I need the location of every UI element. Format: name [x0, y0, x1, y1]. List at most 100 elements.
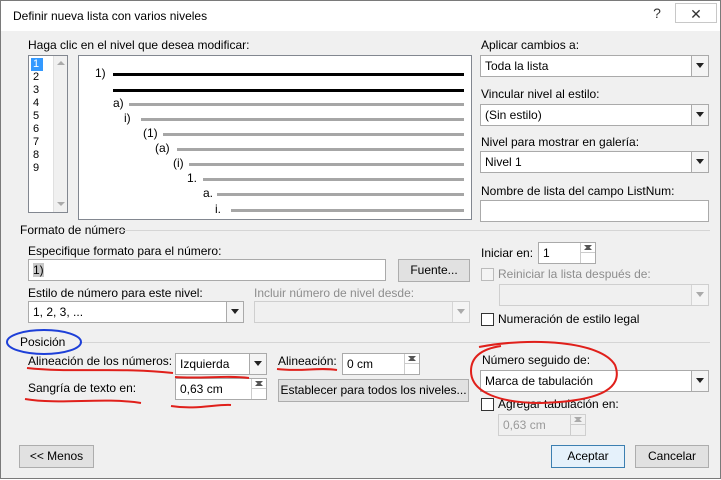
aligned-at-spinner[interactable]: 0 cm	[342, 353, 420, 375]
level-item-1[interactable]: 1	[31, 58, 43, 71]
red-underline-alignment-label	[26, 367, 174, 374]
preview-number: 1)	[95, 66, 106, 80]
apply-to-value: Toda la lista	[485, 59, 549, 73]
add-tab-stop-value: 0,63 cm	[503, 418, 546, 432]
red-underline-aligned-at	[276, 368, 338, 371]
level-listbox[interactable]: 123456789	[28, 55, 68, 213]
close-icon: ✕	[690, 6, 702, 22]
spin-buttons[interactable]	[570, 415, 585, 435]
spin-down-icon[interactable]	[405, 354, 419, 364]
add-tab-stop-label: Agregar tabulación en:	[498, 397, 619, 411]
spin-down-icon[interactable]	[581, 243, 595, 253]
less-button[interactable]: << Menos	[19, 445, 94, 468]
levels-label: Haga clic en el nivel que desea modifica…	[28, 38, 250, 52]
listnum-input[interactable]	[480, 200, 709, 222]
title-bar: Definir nueva lista con varios niveles ?…	[1, 1, 720, 31]
level-item-3[interactable]: 3	[31, 84, 41, 97]
dialog-title: Definir nueva lista con varios niveles	[13, 9, 208, 23]
preview-line	[231, 209, 464, 212]
spin-buttons[interactable]	[404, 354, 419, 374]
multilevel-list-dialog: Definir nueva lista con varios niveles ?…	[0, 0, 721, 479]
number-style-combo[interactable]: 1, 2, 3, ...	[28, 301, 244, 323]
restart-list-label: Reiniciar la lista después de:	[498, 267, 651, 281]
listnum-label: Nombre de lista del campo ListNum:	[481, 184, 675, 198]
restart-list-combo[interactable]	[499, 284, 709, 306]
aligned-at-label: Alineación:	[278, 354, 337, 368]
level-item-6[interactable]: 6	[31, 123, 41, 136]
chevron-down-icon[interactable]	[452, 302, 469, 322]
chevron-down-icon[interactable]	[691, 152, 708, 172]
gallery-level-combo[interactable]: Nivel 1	[480, 151, 709, 173]
number-format-divider	[119, 230, 710, 231]
preview-number: (1)	[143, 126, 158, 140]
preview-line	[177, 148, 464, 151]
chevron-down-icon[interactable]	[691, 105, 708, 125]
chevron-down-icon[interactable]	[691, 56, 708, 76]
gallery-level-value: Nivel 1	[485, 155, 522, 169]
level-item-4[interactable]: 4	[31, 97, 41, 110]
scroll-up-icon[interactable]	[57, 61, 65, 65]
format-value: 1)	[33, 263, 44, 277]
level-item-5[interactable]: 5	[31, 110, 41, 123]
start-at-spinner[interactable]: 1	[538, 242, 596, 264]
start-at-value: 1	[543, 246, 550, 260]
position-divider	[79, 342, 710, 343]
preview-number: (i)	[173, 156, 184, 170]
chevron-down-icon[interactable]	[691, 285, 708, 305]
position-section-label: Posición	[20, 335, 66, 349]
level-item-9[interactable]: 9	[31, 162, 41, 175]
chevron-down-icon[interactable]	[691, 371, 708, 391]
apply-to-combo[interactable]: Toda la lista	[480, 55, 709, 77]
chevron-down-icon[interactable]	[226, 302, 243, 322]
level-scrollbar[interactable]	[53, 56, 67, 212]
preview-line	[217, 193, 464, 196]
set-all-levels-button[interactable]: Establecer para todos los niveles...	[278, 379, 469, 402]
scroll-down-icon[interactable]	[57, 202, 65, 206]
spin-down-icon[interactable]	[571, 415, 585, 425]
preview-number: 1.	[187, 171, 198, 185]
preview-line	[163, 133, 464, 136]
link-style-combo[interactable]: (Sin estilo)	[480, 104, 709, 126]
text-indent-spinner[interactable]: 0,63 cm	[175, 378, 267, 400]
number-alignment-value: Izquierda	[180, 357, 230, 371]
preview-line	[129, 103, 464, 106]
text-indent-value: 0,63 cm	[180, 382, 223, 396]
font-button[interactable]: Fuente...	[398, 259, 470, 282]
follow-number-value: Marca de tabulación	[485, 374, 594, 388]
preview-number: i)	[124, 111, 131, 125]
preview-line	[113, 89, 464, 92]
restart-list-checkbox[interactable]	[481, 268, 494, 281]
number-alignment-label: Alineación de los números:	[28, 354, 173, 368]
spin-buttons[interactable]	[580, 243, 595, 263]
preview-line	[113, 73, 464, 76]
start-at-label: Iniciar en:	[481, 246, 534, 260]
add-tab-stop-checkbox[interactable]	[481, 398, 494, 411]
follow-number-combo[interactable]: Marca de tabulación	[480, 370, 709, 392]
number-alignment-combo[interactable]: Izquierda	[175, 353, 267, 375]
number-style-label: Estilo de número para este nivel:	[28, 286, 203, 300]
level-item-7[interactable]: 7	[31, 136, 41, 149]
include-level-combo[interactable]	[254, 301, 470, 323]
preview-line	[141, 118, 464, 121]
spin-buttons[interactable]	[251, 379, 266, 399]
link-style-label: Vincular nivel al estilo:	[481, 87, 600, 101]
format-input[interactable]: 1)	[28, 259, 386, 281]
list-preview[interactable]: 1) a) i) (1) (a) (i) 1. a. i.	[78, 55, 472, 220]
ok-button[interactable]: Aceptar	[551, 445, 625, 468]
add-tab-stop-spinner[interactable]: 0,63 cm	[498, 414, 586, 436]
level-item-8[interactable]: 8	[31, 149, 41, 162]
help-button[interactable]: ?	[639, 3, 675, 23]
number-style-value: 1, 2, 3, ...	[33, 305, 84, 319]
link-style-value: (Sin estilo)	[485, 108, 542, 122]
chevron-down-icon[interactable]	[249, 354, 266, 374]
legal-numbering-label: Numeración de estilo legal	[498, 312, 640, 326]
red-underline-indent-label	[24, 398, 142, 404]
number-format-section-label: Formato de número	[20, 223, 126, 237]
close-button[interactable]: ✕	[675, 3, 717, 23]
legal-numbering-checkbox[interactable]	[481, 313, 494, 326]
cancel-button[interactable]: Cancelar	[635, 445, 709, 468]
apply-to-label: Aplicar cambios a:	[481, 38, 580, 52]
preview-line	[203, 178, 464, 181]
spin-down-icon[interactable]	[252, 379, 266, 389]
level-item-2[interactable]: 2	[31, 71, 41, 84]
